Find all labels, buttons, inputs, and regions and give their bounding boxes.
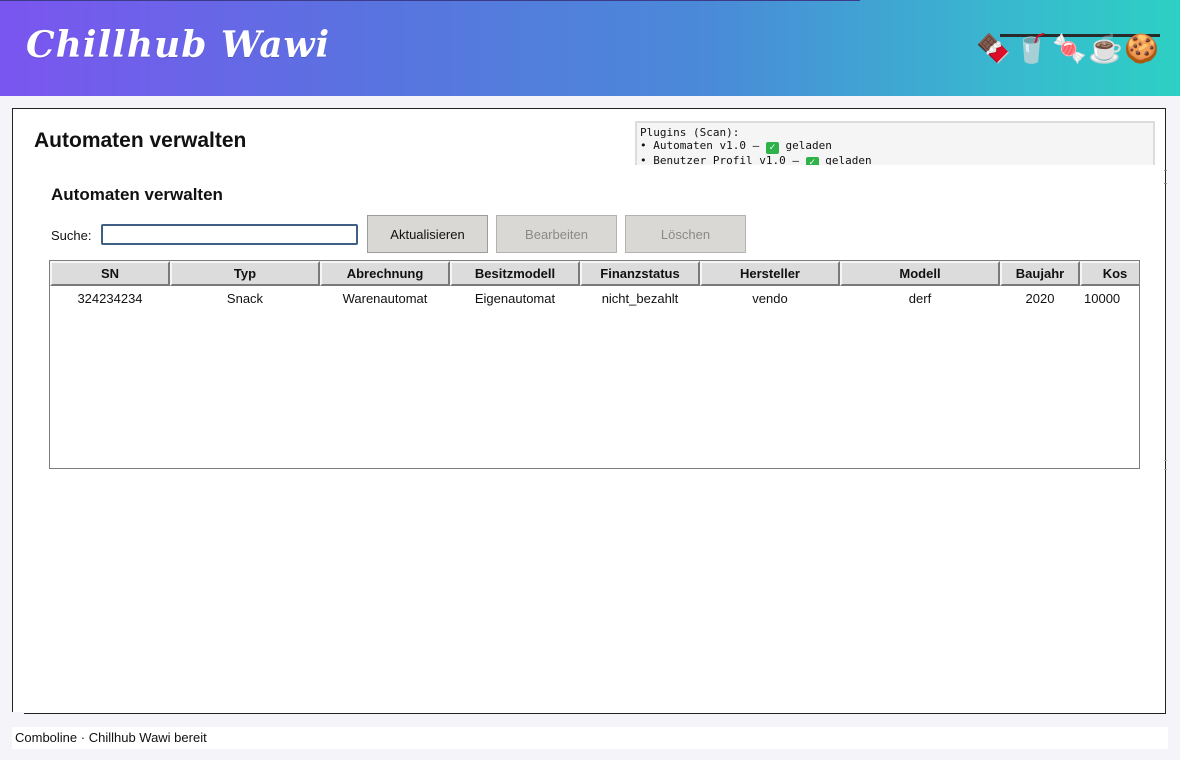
cell-typ: Snack — [226, 290, 264, 306]
search-input[interactable] — [101, 224, 358, 245]
resize-handle[interactable] — [1164, 170, 1167, 184]
app-title: Chillhub Wawi — [26, 24, 331, 66]
table-header: SN Typ Abrechnung Besitzmodell Finanzsta… — [50, 261, 1139, 287]
search-label: Suche: — [51, 228, 92, 243]
page-title: Automaten verwalten — [34, 129, 247, 152]
section-title: Automaten verwalten — [51, 185, 223, 204]
column-header-abrechnung[interactable]: Abrechnung — [320, 261, 450, 286]
cell-finanzstatus: nicht_bezahlt — [601, 290, 679, 306]
delete-button[interactable]: Löschen — [625, 215, 746, 253]
checkmark-icon: ✓ — [765, 142, 779, 154]
coffee-cup-icon: 🥤 — [1014, 33, 1049, 64]
refresh-button[interactable]: Aktualisieren — [367, 215, 488, 253]
candy-icon: 🍬 — [1052, 33, 1087, 64]
panel-corner — [12, 712, 24, 714]
main-panel: Automaten verwalten Plugins (Scan): • Au… — [12, 108, 1166, 714]
cell-modell: derf — [908, 290, 932, 306]
delete-button-label: Löschen — [660, 226, 711, 242]
edit-button[interactable]: Bearbeiten — [496, 215, 617, 253]
resize-handle[interactable] — [1164, 460, 1167, 470]
cell-sn: 324234234 — [77, 290, 143, 306]
column-header-finanzstatus[interactable]: Finanzstatus — [580, 261, 700, 286]
header-emoji-strip: 🍫 🥤 🍬 ☕ 🍪 — [976, 30, 1162, 66]
column-header-modell[interactable]: Modell — [840, 261, 1000, 286]
plugins-log: Plugins (Scan): • Automaten v1.0 – ✓ gel… — [635, 121, 1155, 165]
cell-kosten: 10000 — [1084, 290, 1121, 306]
column-header-sn[interactable]: SN — [50, 261, 170, 286]
cookie-icon: 🍪 — [1124, 33, 1159, 64]
column-header-baujahr[interactable]: Baujahr — [1000, 261, 1080, 286]
status-bar: Comboline · Chillhub Wawi bereit — [12, 727, 1168, 749]
column-header-hersteller[interactable]: Hersteller — [700, 261, 840, 286]
hot-coffee-icon: ☕ — [1088, 33, 1123, 64]
column-header-kosten[interactable]: Kos — [1080, 261, 1139, 286]
chocolate-bar-icon: 🍫 — [976, 33, 1011, 64]
cell-hersteller: vendo — [752, 290, 788, 306]
refresh-button-label: Aktualisieren — [390, 226, 465, 242]
header-banner: Chillhub Wawi 🍫 🥤 🍬 ☕ 🍪 — [0, 0, 1180, 96]
banner-top-line — [0, 0, 860, 1]
cell-baujahr: 2020 — [1025, 290, 1055, 306]
plugin-line-benutzer-profil: • Benutzer Profil v1.0 – — [640, 154, 806, 165]
edit-button-label: Bearbeiten — [525, 226, 588, 242]
plugin-status-benutzer-profil: geladen — [825, 154, 872, 165]
column-header-typ[interactable]: Typ — [170, 261, 320, 286]
plugin-line-automaten: • Automaten v1.0 – — [640, 139, 766, 152]
machines-table: SN Typ Abrechnung Besitzmodell Finanzsta… — [49, 260, 1140, 469]
checkmark-icon: ✓ — [805, 157, 819, 165]
cell-besitzmodell: Eigenautomat — [474, 290, 556, 306]
table-row[interactable]: 324234234 Snack Warenautomat Eigenautoma… — [50, 289, 1139, 307]
plugin-status-automaten: geladen — [785, 139, 832, 152]
cell-abrechnung: Warenautomat — [342, 290, 428, 306]
column-header-besitzmodell[interactable]: Besitzmodell — [450, 261, 580, 286]
plugins-header: Plugins (Scan): — [640, 126, 740, 139]
